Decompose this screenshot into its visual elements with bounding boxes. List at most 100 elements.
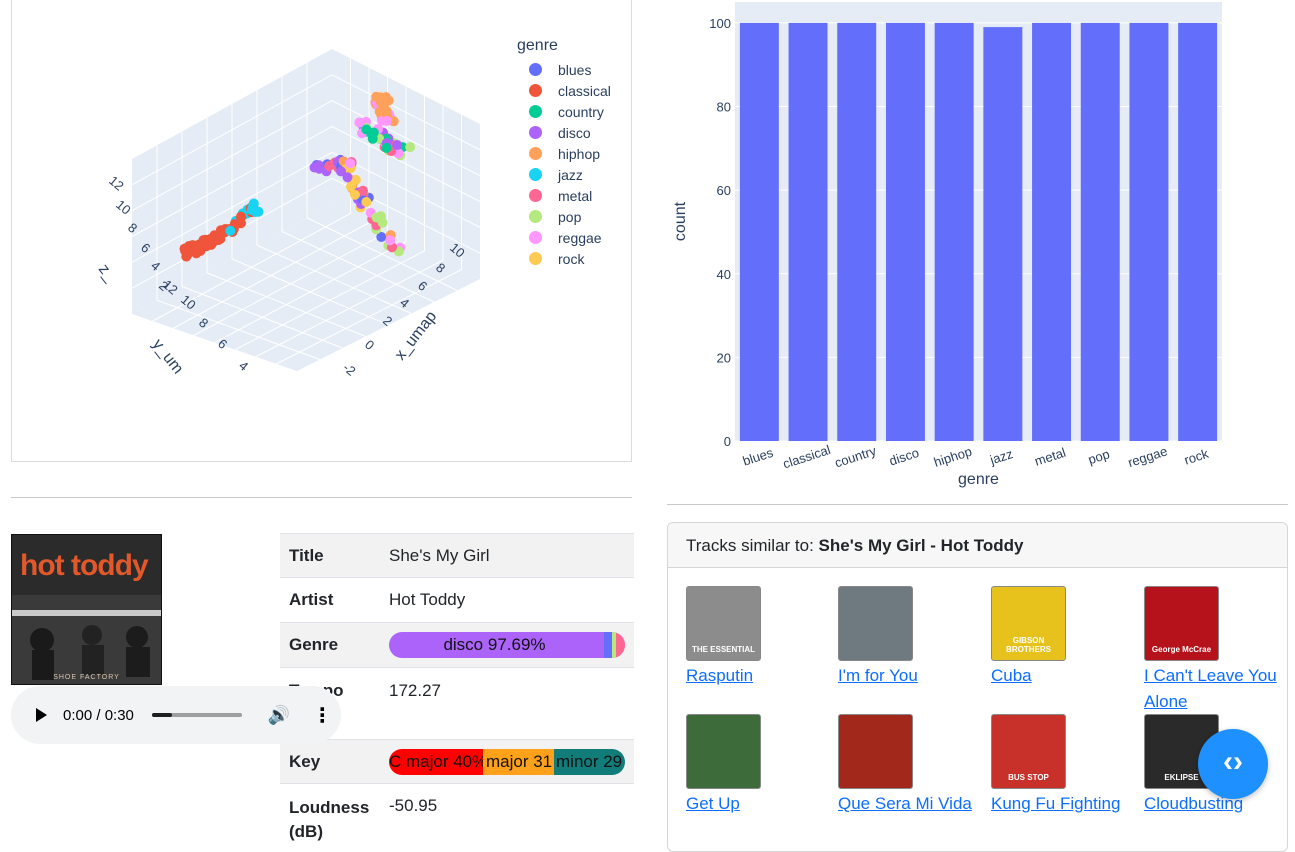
legend-item-disco[interactable]: disco (517, 122, 611, 143)
x-tick-label: blues (741, 445, 776, 469)
title-value: She's My Girl (380, 533, 634, 578)
similar-heading-track: She's My Girl - Hot Toddy (818, 536, 1024, 555)
x-tick-label: disco (887, 445, 921, 469)
similar-track-item: George McCrae I Can't Leave You Alone (1144, 586, 1284, 715)
similar-tracks-card: Tracks similar to: She's My Girl - Hot T… (667, 522, 1288, 852)
key-label: Key (280, 739, 380, 784)
player-time: 0:00 / 0:30 (63, 706, 134, 724)
similar-track-thumbnail[interactable]: THE ESSENTIAL (686, 586, 761, 661)
legend-label: rock (558, 250, 585, 267)
scatter-point (378, 96, 389, 107)
cover-title-text: hot toddy (20, 549, 149, 582)
similar-track-item: GIBSON BROTHERS Cuba (991, 586, 1131, 689)
y-tick-label: 20 (717, 350, 731, 365)
thumbnail-text: BUS STOP (1008, 773, 1049, 782)
x-tick-label: pop (1086, 446, 1111, 467)
x-tick-label: metal (1033, 445, 1068, 469)
divider-right (667, 504, 1288, 505)
legend-item-classical[interactable]: classical (517, 80, 611, 101)
x-tick-label: 0 (362, 337, 377, 353)
legend-label: jazz (558, 166, 583, 183)
legend-marker (529, 126, 542, 139)
key-seg-1: C major 40% (389, 748, 483, 775)
bar-metal[interactable] (1032, 22, 1072, 442)
bar-classical[interactable] (788, 22, 828, 442)
scatter-point (367, 133, 378, 144)
x-tick-label: reggae (1126, 443, 1169, 470)
similar-track-thumbnail[interactable] (686, 714, 761, 789)
seek-slider[interactable] (151, 713, 242, 717)
similar-track-link[interactable]: Que Sera Mi Vida (838, 791, 978, 817)
similar-track-link[interactable]: Rasputin (686, 663, 826, 689)
similar-track-thumbnail[interactable] (838, 714, 913, 789)
bar-country[interactable] (837, 22, 877, 442)
album-cover: hot toddy SHOE FACTORY (11, 534, 162, 685)
similar-track-item: I'm for You (838, 586, 978, 689)
legend-item-reggae[interactable]: reggae (517, 227, 611, 248)
similar-track-link[interactable]: Cuba (991, 663, 1131, 689)
bar-blues[interactable] (739, 22, 779, 442)
divider-left (11, 497, 632, 498)
table-row-artist: Artist Hot Toddy (280, 577, 634, 623)
z-tick-label: 12 (106, 173, 127, 194)
table-row-key: Key C major 40% major 31 minor 29 (280, 739, 634, 784)
genre-value-cell: disco 97.69% (380, 622, 634, 668)
seek-progress (151, 713, 172, 717)
legend-marker (529, 63, 542, 76)
y-axis-title: count (672, 201, 689, 241)
z-axis-label: z_ (95, 261, 119, 286)
more-options-icon[interactable]: ⋮ (312, 703, 332, 728)
audio-player[interactable]: 0:00 / 0:30 🔊 ⋮ (11, 686, 341, 744)
similar-track-link[interactable]: Get Up (686, 791, 826, 817)
scatter-point (235, 211, 246, 222)
similar-track-link[interactable]: I'm for You (838, 663, 978, 689)
similar-track-thumbnail[interactable]: GIBSON BROTHERS (991, 586, 1066, 661)
legend-label: metal (558, 187, 593, 204)
table-row-title: Title She's My Girl (280, 533, 634, 578)
similar-track-thumbnail[interactable]: BUS STOP (991, 714, 1066, 789)
similar-heading-prefix: Tracks similar to: (686, 536, 819, 555)
legend-marker (529, 105, 542, 118)
bar-pop[interactable] (1080, 22, 1120, 442)
bar-disco[interactable] (885, 22, 925, 442)
bar-jazz[interactable] (983, 27, 1023, 441)
genre-count-chart[interactable]: 0 20 40 60 80 100 blues classical country disco hi… (655, 0, 1295, 500)
x-tick-label: classical (781, 442, 832, 471)
bar-hiphop[interactable] (934, 22, 974, 442)
track-info-table: Title She's My Girl Artist Hot Toddy Gen… (280, 533, 634, 850)
x-tick-label: country (833, 443, 879, 471)
x-tick-label: rock (1182, 446, 1210, 468)
scatter-point (392, 140, 403, 151)
x-axis-title: genre (958, 471, 999, 488)
play-icon[interactable] (36, 708, 47, 722)
legend-item-country[interactable]: country (517, 101, 611, 122)
legend-marker (529, 231, 542, 244)
legend-item-blues[interactable]: blues (517, 59, 611, 80)
scatter-point (336, 166, 347, 177)
legend-label: country (558, 103, 604, 120)
volume-icon[interactable]: 🔊 (268, 705, 290, 726)
similar-track-item: Que Sera Mi Vida (838, 714, 978, 817)
legend-item-rock[interactable]: rock (517, 248, 611, 269)
code-icon[interactable]: ‹› (1198, 729, 1268, 799)
scatter-point (225, 225, 236, 236)
similar-track-link[interactable]: I Can't Leave You Alone (1144, 663, 1284, 715)
y-axis-label: y_um (149, 336, 186, 377)
legend-item-pop[interactable]: pop (517, 206, 611, 227)
similar-track-item: Get Up (686, 714, 826, 817)
bar-reggae[interactable] (1129, 22, 1169, 442)
key-probability-bar: C major 40% major 31 minor 29 (389, 748, 625, 775)
legend-item-metal[interactable]: metal (517, 185, 611, 206)
legend-item-jazz[interactable]: jazz (517, 164, 611, 185)
similar-track-item: THE ESSENTIAL Rasputin (686, 586, 826, 689)
legend-item-hiphop[interactable]: hiphop (517, 143, 611, 164)
scatter3d-panel[interactable]: 10 8 6 4 2 0 -2 12 10 8 6 4 2 12 10 8 6 4 x_umap y_um z_ gen… (11, 0, 632, 462)
similar-track-thumbnail[interactable] (838, 586, 913, 661)
y-tick-label: 80 (717, 100, 731, 115)
table-row-genre: Genre disco 97.69% (280, 622, 634, 668)
similar-track-thumbnail[interactable]: George McCrae (1144, 586, 1219, 661)
similar-track-link[interactable]: Cloudbusting (1144, 791, 1284, 817)
scatter-point (198, 235, 209, 246)
bar-rock[interactable] (1178, 22, 1218, 442)
similar-track-link[interactable]: Kung Fu Fighting (991, 791, 1131, 817)
